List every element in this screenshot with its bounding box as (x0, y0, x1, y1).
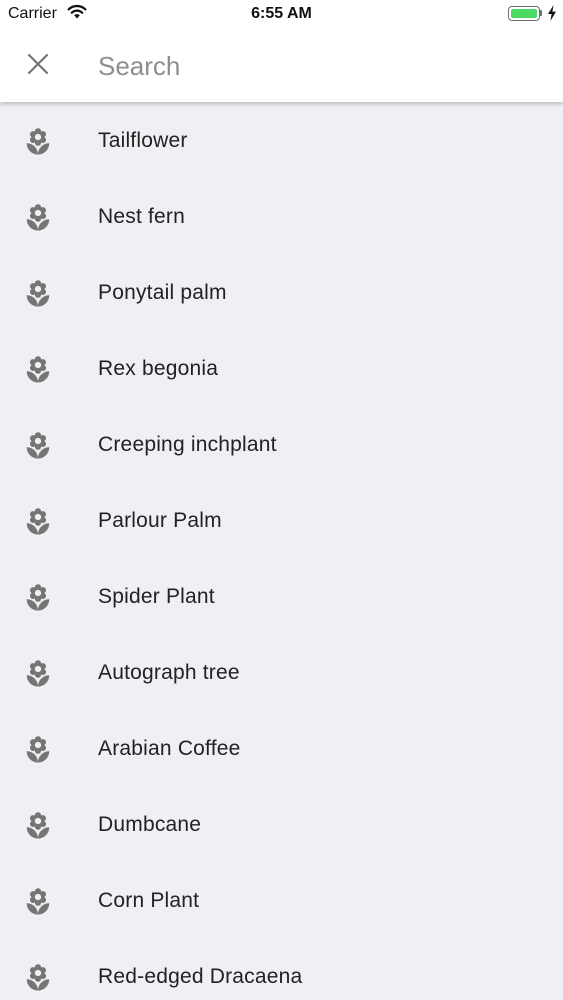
list-item-label: Corn Plant (98, 889, 200, 912)
close-button[interactable] (14, 42, 62, 90)
results-list: Tailflower Nest fern Ponytail palm Rex b… (0, 104, 563, 1000)
list-item-label: Dumbcane (98, 813, 202, 836)
list-item[interactable]: Creeping inchplant (0, 408, 563, 484)
close-icon (27, 53, 49, 80)
list-item-label: Autograph tree (98, 661, 240, 684)
search-header (0, 30, 563, 102)
battery-cap (540, 10, 542, 16)
flower-icon (23, 659, 53, 689)
flower-icon (23, 811, 53, 841)
flower-icon (23, 355, 53, 385)
list-item-label: Arabian Coffee (98, 737, 241, 760)
flower-icon (23, 963, 53, 993)
list-item[interactable]: Rex begonia (0, 332, 563, 408)
list-item[interactable]: Spider Plant (0, 560, 563, 636)
list-item[interactable]: Dumbcane (0, 788, 563, 864)
charging-bolt-icon (547, 5, 557, 26)
battery-fill (511, 9, 537, 18)
list-item-label: Parlour Palm (98, 509, 222, 532)
list-item-label: Tailflower (98, 129, 188, 152)
list-item[interactable]: Tailflower (0, 104, 563, 180)
clock: 6:55 AM (251, 5, 312, 22)
list-item[interactable]: Arabian Coffee (0, 712, 563, 788)
flower-icon (23, 735, 53, 765)
list-item[interactable]: Parlour Palm (0, 484, 563, 560)
flower-icon (23, 887, 53, 917)
status-bar: Carrier 6:55 AM (0, 0, 563, 30)
flower-icon (23, 507, 53, 537)
battery-icon (508, 6, 540, 21)
list-item-label: Ponytail palm (98, 281, 227, 304)
flower-icon (23, 127, 53, 157)
list-item[interactable]: Autograph tree (0, 636, 563, 712)
list-item[interactable]: Corn Plant (0, 864, 563, 940)
list-item-label: Spider Plant (98, 585, 215, 608)
list-item-label: Red-edged Dracaena (98, 965, 303, 988)
flower-icon (23, 279, 53, 309)
list-item-label: Nest fern (98, 205, 185, 228)
flower-icon (23, 583, 53, 613)
flower-icon (23, 431, 53, 461)
list-item[interactable]: Red-edged Dracaena (0, 940, 563, 1000)
list-item[interactable]: Nest fern (0, 180, 563, 256)
search-input[interactable] (98, 46, 538, 86)
list-item-label: Rex begonia (98, 357, 219, 380)
list-item[interactable]: Ponytail palm (0, 256, 563, 332)
list-item-label: Creeping inchplant (98, 433, 277, 456)
flower-icon (23, 203, 53, 233)
